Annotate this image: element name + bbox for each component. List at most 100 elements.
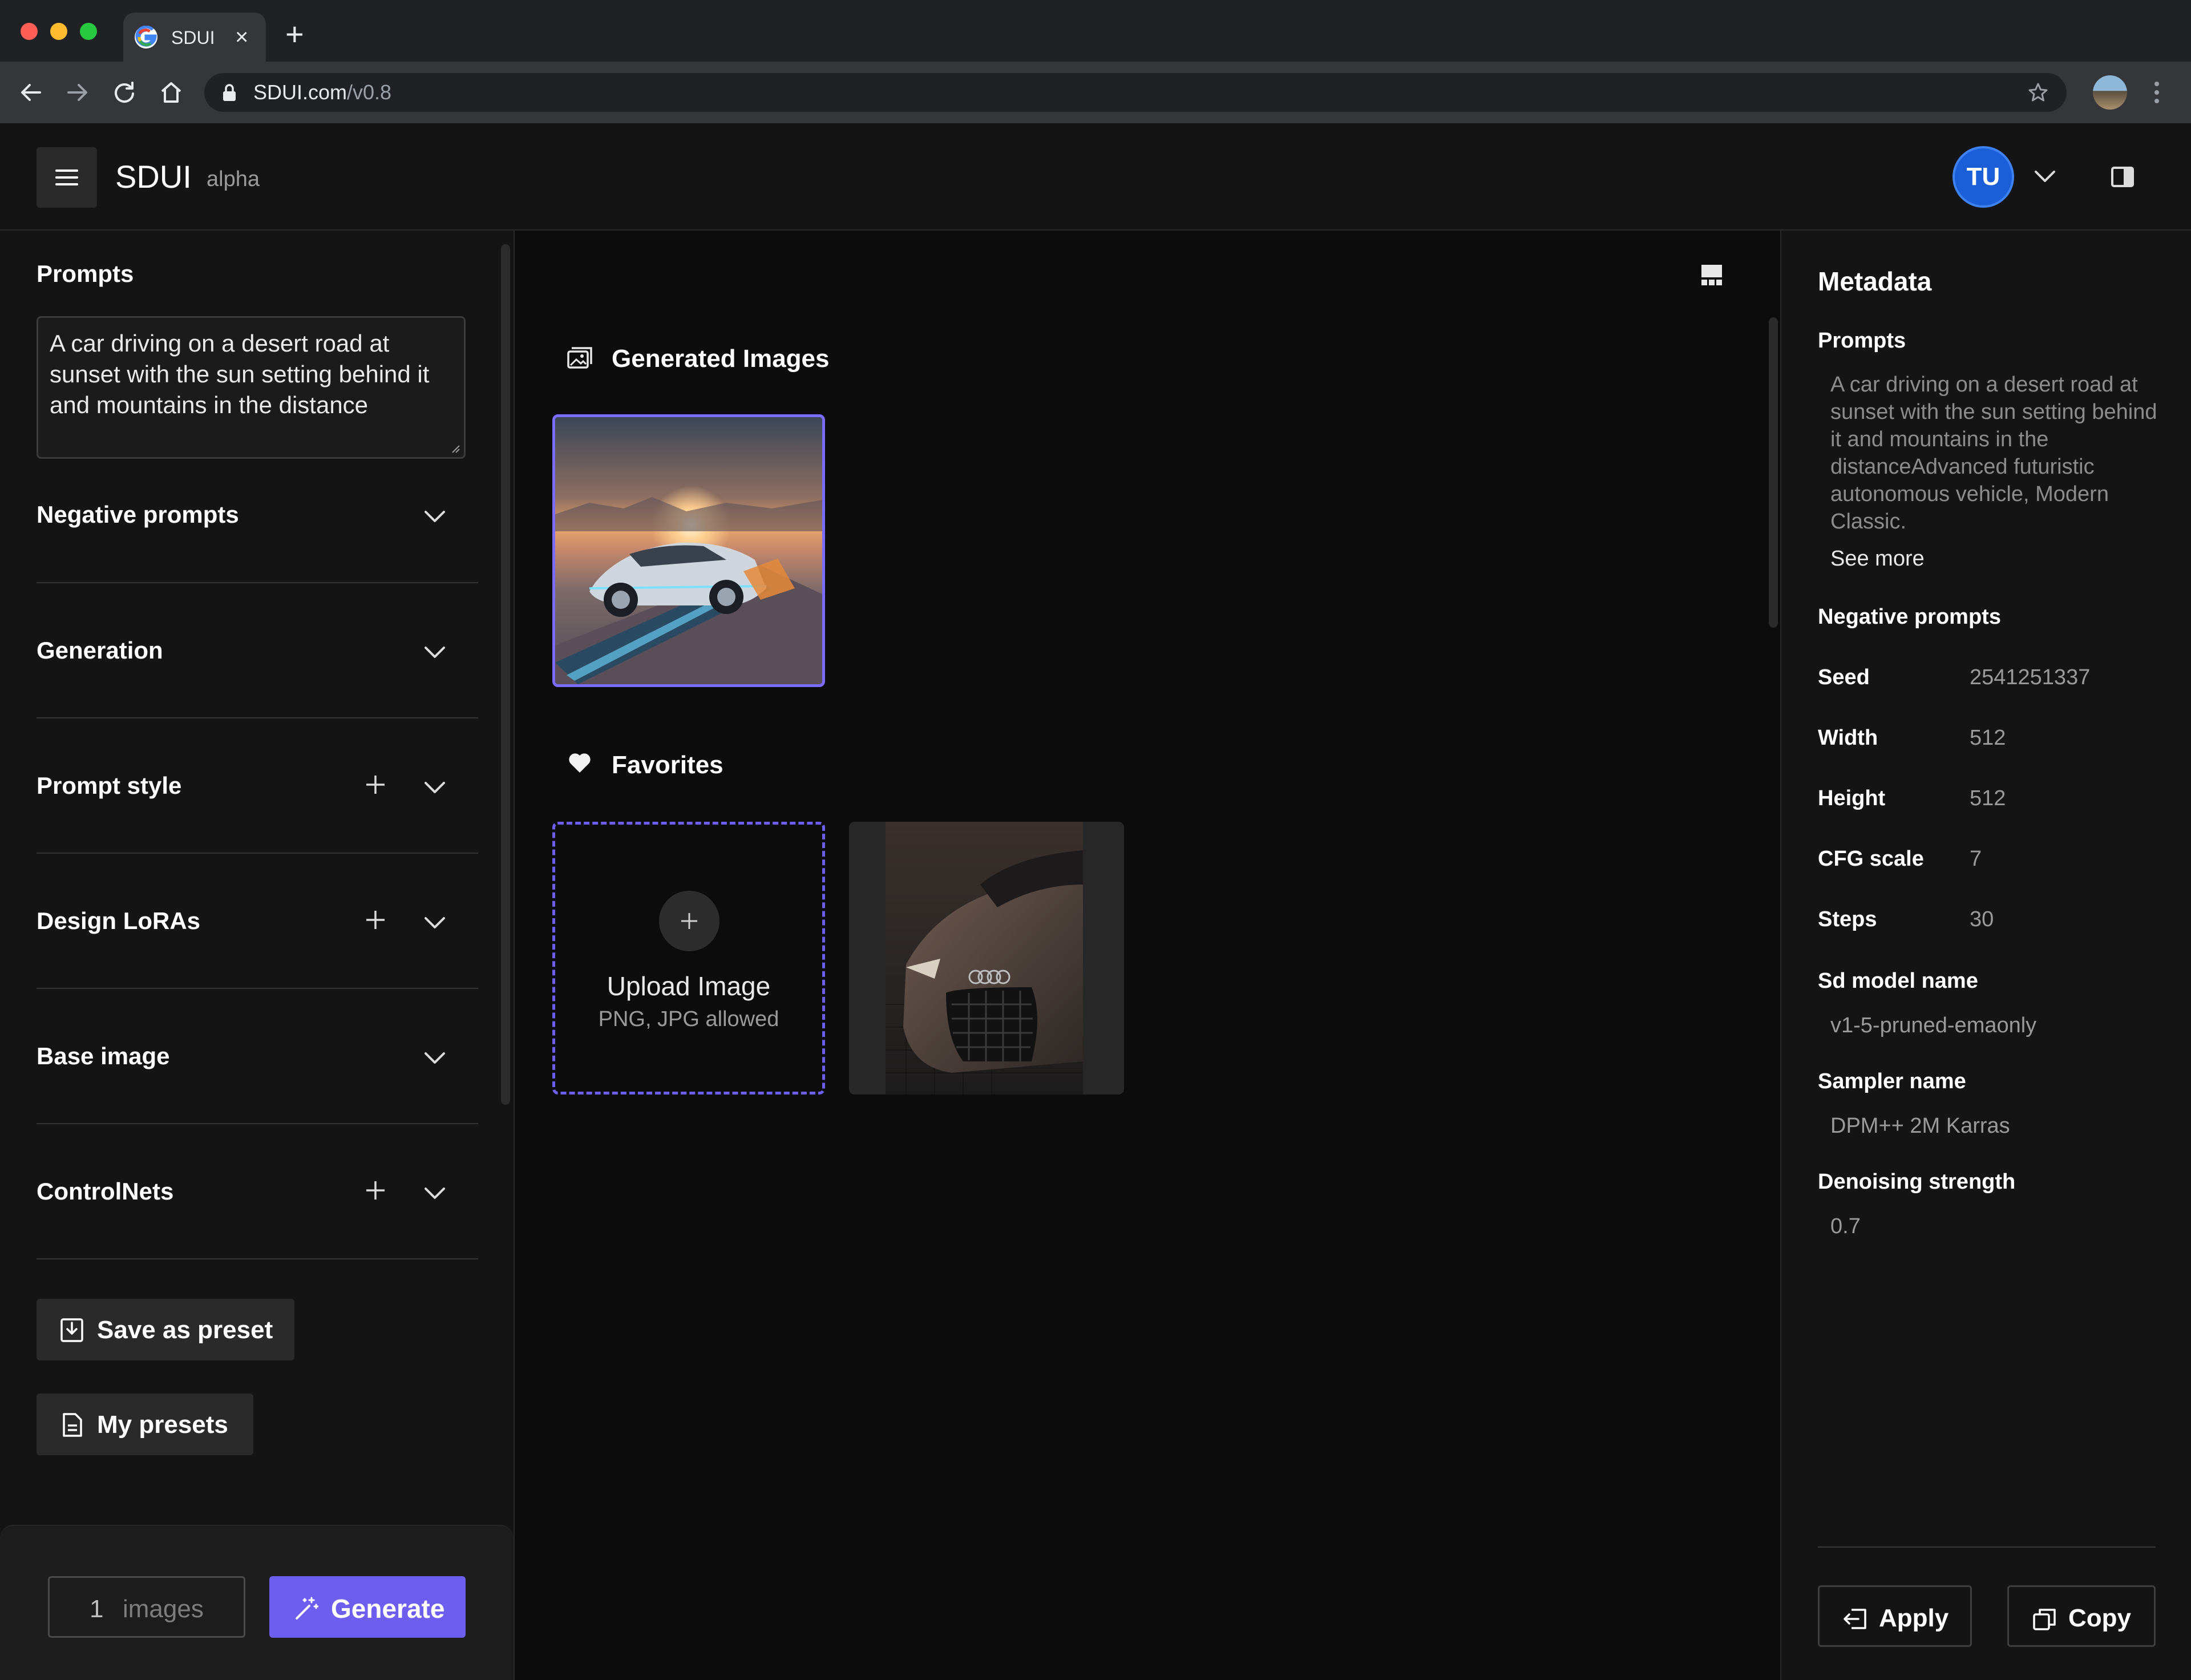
generated-images-heading: Generated Images — [612, 345, 830, 373]
lock-icon — [223, 84, 236, 101]
prompts-heading: Prompts — [37, 260, 134, 287]
address-bar[interactable]: SDUI.com/v0.8 — [204, 73, 2067, 112]
tab-title: SDUI — [171, 27, 215, 48]
accordion-label: Design LoRAs — [37, 907, 201, 934]
copy-label: Copy — [2068, 1604, 2131, 1632]
sd-model-label: Sd model name — [1818, 969, 1978, 993]
chevron-down-icon[interactable] — [422, 779, 447, 796]
steps-label: Steps — [1818, 907, 1877, 931]
generate-label: Generate — [331, 1594, 445, 1624]
version-badge: alpha — [207, 167, 260, 191]
cfg-scale-label: CFG scale — [1818, 847, 1924, 871]
accordion-generation[interactable]: Generation — [37, 583, 478, 718]
accordion-controlnets[interactable]: ControlNets — [37, 1124, 478, 1259]
sidebar-scrollbar[interactable] — [501, 244, 510, 1105]
save-as-preset-label: Save as preset — [97, 1316, 273, 1344]
plus-icon[interactable] — [364, 773, 387, 796]
sampler-label: Sampler name — [1818, 1069, 1966, 1093]
image-gallery-icon — [567, 347, 592, 369]
width-label: Width — [1818, 726, 1878, 750]
new-tab-button[interactable]: + — [285, 18, 304, 50]
metadata-prompt-text: A car driving on a desert road at sunset… — [1830, 373, 2157, 534]
home-icon[interactable] — [157, 79, 185, 106]
hamburger-icon — [55, 169, 78, 185]
generate-footer: 1 images Generate — [0, 1525, 514, 1680]
width-value: 512 — [1970, 726, 2006, 750]
plus-icon[interactable] — [364, 1179, 387, 1202]
image-count-value: 1 — [90, 1595, 104, 1623]
reload-icon[interactable] — [111, 79, 138, 106]
google-favicon-icon — [135, 26, 157, 49]
chevron-down-icon[interactable] — [422, 1185, 447, 1202]
accordion-label: Generation — [37, 637, 163, 664]
accordion-prompt-style[interactable]: Prompt style — [37, 718, 478, 854]
panel-toggle-icon[interactable] — [2110, 164, 2135, 189]
apply-label: Apply — [1879, 1604, 1949, 1632]
sports-car-image — [849, 822, 1124, 1095]
user-avatar[interactable]: TU — [1953, 146, 2014, 208]
apply-button[interactable]: Apply — [1818, 1585, 1972, 1647]
upload-plus-button[interactable] — [659, 891, 719, 951]
minimize-window-button[interactable] — [50, 23, 67, 40]
denoising-label: Denoising strength — [1818, 1170, 2016, 1194]
copy-icon — [2033, 1609, 2056, 1630]
heart-icon — [569, 753, 591, 773]
generate-button[interactable]: Generate — [269, 1576, 466, 1638]
accordion-label: Base image — [37, 1043, 170, 1069]
accordion-negative-prompts[interactable]: Negative prompts — [37, 459, 478, 583]
generated-image-thumbnail[interactable] — [552, 414, 825, 687]
plus-icon[interactable] — [364, 908, 387, 931]
close-window-button[interactable] — [21, 23, 38, 40]
accordion-label: Negative prompts — [37, 501, 239, 528]
steps-value: 30 — [1970, 907, 1994, 931]
denoising-value: 0.7 — [1830, 1214, 1861, 1238]
browser-menu-icon[interactable] — [2151, 80, 2162, 105]
document-icon — [63, 1413, 82, 1437]
accordion-design-loras[interactable]: Design LoRAs — [37, 854, 478, 989]
chevron-down-icon[interactable] — [422, 1049, 447, 1067]
copy-button[interactable]: Copy — [2007, 1585, 2156, 1647]
car-desert-sunset-image — [555, 417, 822, 684]
chevron-down-icon[interactable] — [422, 508, 447, 525]
accordion-label: Prompt style — [37, 772, 182, 799]
image-count-input[interactable]: 1 images — [48, 1576, 245, 1638]
metadata-title: Metadata — [1818, 266, 1932, 296]
chevron-down-icon[interactable] — [422, 644, 447, 661]
height-label: Height — [1818, 786, 1886, 810]
main-scrollbar[interactable] — [1769, 317, 1778, 628]
magic-wand-icon — [296, 1597, 318, 1620]
upload-hint: PNG, JPG allowed — [598, 1007, 779, 1031]
menu-button[interactable] — [37, 147, 97, 208]
browser-profile-avatar[interactable] — [2093, 75, 2127, 110]
chevron-down-icon[interactable] — [2032, 168, 2057, 185]
settings-sidebar: Prompts A car driving on a desert road a… — [0, 231, 515, 1680]
accordion-base-image[interactable]: Base image — [37, 989, 478, 1124]
prompt-text: A car driving on a desert road at sunset… — [50, 330, 430, 418]
cfg-scale-value: 7 — [1970, 847, 1982, 871]
chevron-down-icon[interactable] — [422, 914, 447, 931]
tab-close-icon[interactable]: × — [235, 23, 248, 51]
image-count-unit: images — [123, 1595, 204, 1623]
url-text: SDUI.com/v0.8 — [253, 80, 392, 104]
browser-tab[interactable]: SDUI × — [123, 13, 266, 62]
save-as-preset-button[interactable]: Save as preset — [37, 1299, 294, 1360]
maximize-window-button[interactable] — [80, 23, 97, 40]
upload-image-dropzone[interactable]: Upload Image PNG, JPG allowed — [552, 822, 825, 1095]
my-presets-button[interactable]: My presets — [37, 1394, 253, 1455]
favorites-heading: Favorites — [612, 751, 723, 779]
browser-tab-strip: SDUI × + — [0, 0, 2191, 62]
metadata-negative-prompts-label: Negative prompts — [1818, 605, 2001, 629]
resize-grip-icon[interactable] — [449, 442, 460, 454]
see-more-link[interactable]: See more — [1830, 547, 1925, 571]
back-arrow-icon[interactable] — [17, 79, 45, 106]
main-canvas: Generated Images Favorites Upload Image … — [515, 231, 1780, 1680]
gallery-layout-icon[interactable] — [1699, 262, 1724, 288]
prompt-input[interactable]: A car driving on a desert road at sunset… — [37, 316, 466, 459]
metadata-divider — [1818, 1546, 2156, 1548]
save-download-icon — [60, 1318, 83, 1342]
forward-arrow-icon[interactable] — [64, 79, 91, 106]
bookmark-star-icon[interactable] — [2027, 81, 2049, 104]
favorite-image-thumbnail[interactable] — [849, 822, 1124, 1095]
sd-model-value: v1-5-pruned-emaonly — [1830, 1013, 2037, 1037]
seed-label: Seed — [1818, 665, 1870, 689]
